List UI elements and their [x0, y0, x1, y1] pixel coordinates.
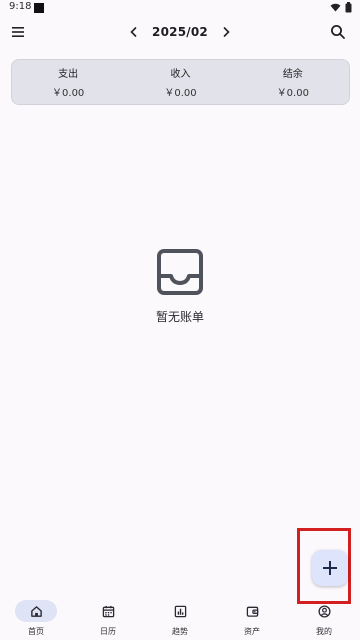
nav-profile-label: 我的	[316, 627, 332, 636]
nav-assets[interactable]: 资产	[216, 596, 288, 640]
search-icon	[331, 25, 345, 39]
status-time: 9:18	[9, 1, 32, 12]
inbox-icon	[157, 249, 203, 295]
empty-message: 暂无账单	[155, 310, 204, 324]
expense-label: 支出	[58, 69, 79, 80]
nav-calendar-label: 日历	[100, 627, 116, 636]
nav-home-label: 首页	[28, 627, 44, 636]
nav-assets-label: 资产	[244, 627, 260, 636]
summary-card: 支出 ￥0.00 收入 ￥0.00 结余 ￥0.00	[11, 59, 350, 105]
empty-state: 暂无账单	[0, 248, 360, 325]
calendar-icon	[102, 605, 114, 617]
income-value: ￥0.00	[164, 88, 197, 99]
chart-icon	[174, 605, 186, 617]
wifi-icon	[330, 3, 341, 12]
notification-icon	[34, 3, 44, 13]
income-summary: 收入 ￥0.00	[124, 60, 236, 104]
battery-icon	[345, 2, 352, 13]
chevron-left-icon	[130, 26, 137, 38]
month-switcher: 2025/02	[0, 20, 360, 44]
nav-home-indicator	[15, 600, 57, 622]
status-bar: 9:18	[0, 0, 360, 16]
next-month-button[interactable]	[218, 24, 234, 40]
top-app-bar: 2025/02	[0, 20, 360, 44]
bottom-navigation: 首页 日历 趋势 资产 我的	[0, 596, 360, 640]
nav-calendar[interactable]: 日历	[72, 596, 144, 640]
prev-month-button[interactable]	[126, 24, 142, 40]
search-button[interactable]	[328, 22, 348, 42]
nav-trend-indicator	[159, 600, 201, 622]
nav-calendar-indicator	[87, 600, 129, 622]
home-icon	[30, 605, 42, 617]
nav-assets-indicator	[231, 600, 273, 622]
status-icons	[330, 2, 352, 13]
wallet-icon	[246, 606, 258, 617]
income-label: 收入	[170, 69, 191, 80]
balance-label: 结余	[282, 69, 303, 80]
nav-trend-label: 趋势	[172, 627, 188, 636]
month-label[interactable]: 2025/02	[152, 25, 208, 39]
balance-summary: 结余 ￥0.00	[237, 60, 349, 104]
nav-profile[interactable]: 我的	[288, 596, 360, 640]
add-bill-button[interactable]	[312, 550, 348, 586]
profile-icon	[317, 604, 331, 618]
nav-home[interactable]: 首页	[0, 596, 72, 640]
expense-summary: 支出 ￥0.00	[12, 60, 124, 104]
plus-icon	[323, 561, 337, 575]
nav-trend[interactable]: 趋势	[144, 596, 216, 640]
chevron-right-icon	[223, 26, 230, 38]
expense-value: ￥0.00	[52, 88, 85, 99]
balance-value: ￥0.00	[276, 88, 309, 99]
nav-profile-indicator	[303, 600, 345, 622]
